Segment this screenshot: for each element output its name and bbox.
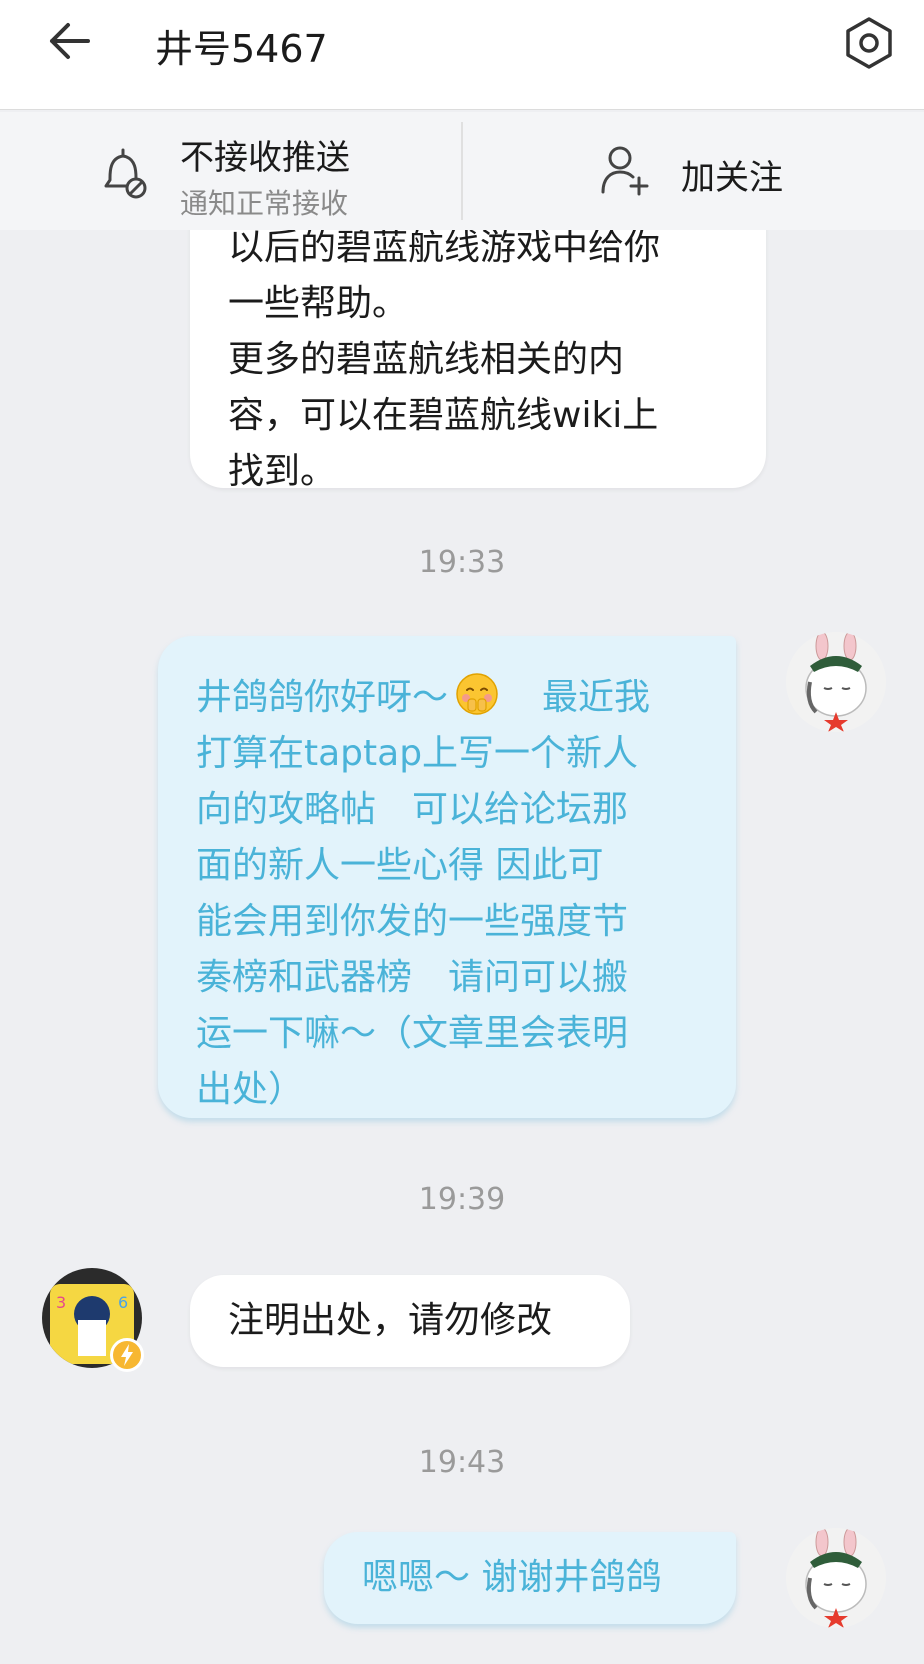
message-line: 奏榜和武器榜 请问可以搬 [196,957,629,998]
page-title: 井号5467 [155,27,328,71]
back-arrow-icon [50,23,90,59]
avatar-self[interactable] [786,1528,886,1628]
message-line: 打算在taptap上写一个新人 [196,733,639,774]
message-bubble-sent[interactable]: 嗯嗯～ 谢谢井鸽鸽 [324,1532,736,1624]
message-bubble-received[interactable]: 注明出处，请勿修改 [190,1275,630,1367]
add-user-icon [601,146,649,196]
avatar-self[interactable] [786,632,886,732]
timestamp: 19:33 [418,545,506,580]
push-toggle-button[interactable]: 不接收推送 通知正常接收 [0,112,462,230]
timestamp: 19:43 [418,1445,506,1480]
message-line: 容，可以在碧蓝航线wiki上 [228,395,659,436]
message-line: 出处） [196,1069,305,1110]
push-title: 不接收推送 [180,138,350,178]
push-subtitle: 通知正常接收 [180,187,349,220]
message-text: 嗯嗯～ 谢谢井鸽鸽 [362,1557,662,1598]
message-line: 向的攻略帖 可以给论坛那 [196,789,629,830]
message-line: 面的新人一些心得 因此可 [196,845,604,886]
settings-button[interactable] [840,14,898,72]
svg-text:6: 6 [118,1293,128,1312]
message-bubble-sent[interactable]: 井鸽鸽你好呀～ 最近我 打算在taptap上写一个新人 向的攻略帖 可以给论坛那… [158,636,736,1118]
follow-button[interactable]: 加关注 [463,112,924,230]
svg-text:3: 3 [56,1293,66,1312]
message-text: 最近我 [542,677,651,718]
message-line: 能会用到你发的一些强度节 [196,901,629,942]
action-bar: 不接收推送 通知正常接收 加关注 [0,112,924,230]
avatar-image [786,1528,886,1628]
lightning-badge-icon [110,1338,144,1372]
message-line: 找到。 [228,451,337,492]
message-text: 注明出处，请勿修改 [228,1300,553,1341]
follow-label: 加关注 [681,158,783,198]
message-text: 井鸽鸽你好呀～ [196,677,449,718]
timestamp: 19:39 [418,1182,506,1217]
message-line: 运一下嘛～（文章里会表明 [196,1013,629,1054]
back-button[interactable] [42,16,102,66]
hexagon-settings-icon [846,17,892,69]
shy-face-emoji [456,673,498,715]
avatar-image [786,632,886,732]
bell-off-icon [104,148,147,199]
message-line: 一些帮助。 [228,283,409,324]
message-line: 更多的碧蓝航线相关的内 [228,339,625,380]
message-line: 井鸽鸽你好呀～ 最近我 [196,670,698,726]
top-bar: 井号5467 [0,0,924,110]
